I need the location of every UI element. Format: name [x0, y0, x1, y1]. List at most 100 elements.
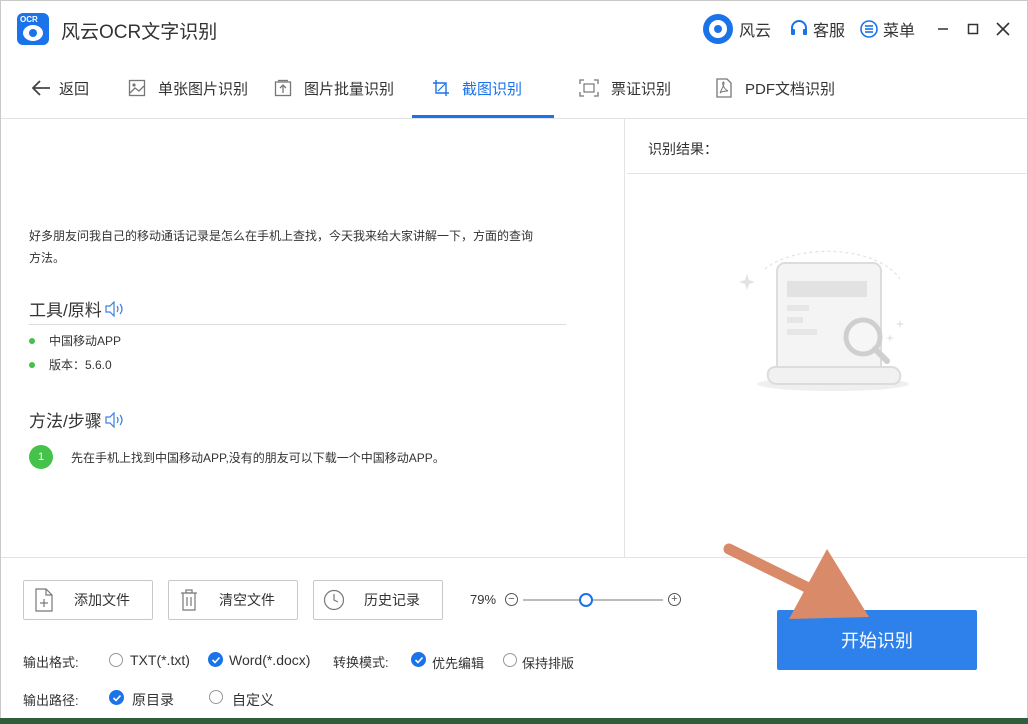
doc-intro-line: 好多朋友问我自己的移动通话记录是怎么在手机上查找，今天我来给大家讲解一下，方面的… — [29, 229, 534, 243]
tab-label: PDF文档识别 — [745, 80, 836, 98]
arrow-left-icon — [31, 80, 51, 96]
list-item: 中国移动APP — [29, 332, 121, 349]
minimize-button[interactable] — [933, 19, 953, 39]
zoom-out-button[interactable]: − — [505, 593, 518, 606]
history-button[interactable]: 历史记录 — [313, 580, 443, 620]
tab-label: 图片批量识别 — [304, 80, 395, 98]
title-bar: OCR 风云OCR文字识别 风云 客服 菜单 — [1, 1, 1027, 57]
path-label: 输出路径: — [23, 693, 79, 708]
plus-icon: + — [671, 593, 678, 605]
tab-screenshot[interactable]: 截图识别 — [432, 57, 522, 119]
add-file-label: 添加文件 — [74, 592, 130, 608]
mode-label: 转换模式: — [333, 655, 389, 670]
tab-single-image[interactable]: 单张图片识别 — [128, 57, 248, 119]
minus-icon: − — [508, 593, 515, 605]
add-file-icon — [24, 588, 64, 612]
step-item: 1 先在手机上找到中国移动APP,没有的朋友可以下载一个中国移动APP。 — [29, 445, 445, 469]
crop-icon — [432, 79, 450, 97]
zoom-percent: 79% — [470, 592, 497, 607]
list-item: 版本：5.6.0 — [29, 356, 112, 373]
mode-layout-label[interactable]: 保持排版 — [522, 653, 574, 672]
menu-button[interactable]: 菜单 — [859, 15, 915, 43]
heading-text: 工具/原料 — [29, 301, 102, 320]
service-label: 客服 — [813, 23, 846, 40]
start-recognition-button[interactable]: 开始识别 — [777, 610, 977, 670]
screenshot-preview[interactable]: 好多朋友问我自己的移动通话记录是怎么在手机上查找，今天我来给大家讲解一下，方面的… — [3, 119, 625, 557]
zoom-in-button[interactable]: + — [668, 593, 681, 606]
path-original-radio[interactable] — [109, 690, 124, 705]
history-label: 历史记录 — [364, 592, 420, 608]
scan-icon — [579, 79, 599, 97]
list-item-text: 中国移动APP — [49, 334, 122, 348]
mode-layout-radio[interactable] — [503, 653, 517, 667]
checkmark-icon — [414, 656, 423, 664]
clear-file-button[interactable]: 清空文件 — [168, 580, 298, 620]
service-button[interactable]: 客服 — [789, 15, 845, 43]
top-nav: 返回 单张图片识别 图片批量识别 截图识别 票证识别 PDF文档识别 — [1, 57, 1027, 119]
doc-heading-steps: 方法/步骤 — [29, 407, 126, 432]
mode-edit-radio[interactable] — [411, 652, 426, 667]
app-title: 风云OCR文字识别 — [61, 22, 218, 43]
brand-button[interactable]: 风云 — [703, 14, 772, 44]
bullet-dot — [29, 361, 35, 368]
doc-heading-tools: 工具/原料 — [29, 296, 126, 321]
doc-intro-line: 方法。 — [29, 251, 66, 265]
desktop-taskbar — [0, 718, 1028, 724]
path-original-label[interactable]: 原目录 — [132, 690, 174, 710]
tab-certificate[interactable]: 票证识别 — [579, 57, 671, 119]
app-logo-icon: OCR — [17, 13, 49, 45]
format-label: 输出格式: — [23, 655, 79, 670]
step-text: 先在手机上找到中国移动APP,没有的朋友可以下载一个中国移动APP。 — [71, 450, 445, 465]
close-button[interactable] — [993, 19, 1013, 39]
path-custom-label[interactable]: 自定义 — [232, 690, 274, 710]
brand-label: 风云 — [739, 23, 772, 40]
trash-icon — [169, 589, 209, 611]
divider — [29, 324, 566, 325]
headset-icon — [791, 20, 807, 35]
clock-icon — [314, 589, 354, 611]
path-custom-radio[interactable] — [209, 690, 223, 704]
maximize-icon — [967, 23, 979, 35]
format-txt-label[interactable]: TXT(*.txt) — [130, 652, 190, 668]
tab-label: 截图识别 — [462, 80, 523, 98]
doc-intro: 好多朋友问我自己的移动通话记录是怎么在手机上查找，今天我来给大家讲解一下，方面的… — [29, 225, 589, 269]
upload-icon — [274, 79, 292, 97]
active-tab-indicator — [412, 115, 554, 118]
back-button[interactable]: 返回 — [31, 57, 89, 119]
close-icon — [996, 22, 1010, 36]
checkmark-icon — [112, 694, 121, 702]
fengyun-logo-icon — [703, 14, 733, 44]
image-icon — [128, 79, 146, 97]
menu-label: 菜单 — [883, 23, 916, 40]
list-item-text: 版本：5.6.0 — [49, 358, 112, 372]
heading-text: 方法/步骤 — [29, 412, 102, 431]
format-word-label[interactable]: Word(*.docx) — [229, 652, 310, 668]
tab-label: 单张图片识别 — [158, 80, 249, 98]
bullet-dot — [29, 337, 35, 344]
back-label: 返回 — [59, 80, 90, 98]
step-number: 1 — [29, 445, 53, 469]
format-txt-radio[interactable] — [109, 653, 123, 667]
clear-file-label: 清空文件 — [219, 592, 275, 608]
app-window: OCR 风云OCR文字识别 风云 客服 菜单 返回 单张图片识别 图片批量识别 … — [0, 0, 1028, 719]
menu-icon — [860, 20, 878, 38]
result-header: 识别结果： — [627, 119, 1027, 174]
checkmark-icon — [211, 656, 220, 664]
zoom-slider-thumb[interactable] — [579, 593, 593, 607]
empty-result-illustration — [739, 250, 909, 391]
tab-batch-image[interactable]: 图片批量识别 — [274, 57, 394, 119]
result-label: 识别结果： — [648, 141, 718, 157]
speaker-icon — [105, 411, 123, 428]
result-panel: 识别结果： — [627, 119, 1027, 557]
pdf-icon — [715, 78, 733, 98]
maximize-button[interactable] — [963, 19, 983, 39]
tab-label: 票证识别 — [611, 80, 672, 98]
format-word-radio[interactable] — [208, 652, 223, 667]
minimize-icon — [938, 28, 948, 30]
add-file-button[interactable]: 添加文件 — [23, 580, 153, 620]
mode-edit-label[interactable]: 优先编辑 — [432, 653, 484, 672]
bottom-panel: 添加文件 清空文件 历史记录 79% − + 输出格式: TXT(*.txt) … — [1, 557, 1027, 719]
tab-pdf[interactable]: PDF文档识别 — [715, 57, 835, 119]
speaker-icon — [105, 300, 123, 317]
zoom-slider[interactable] — [523, 599, 663, 601]
